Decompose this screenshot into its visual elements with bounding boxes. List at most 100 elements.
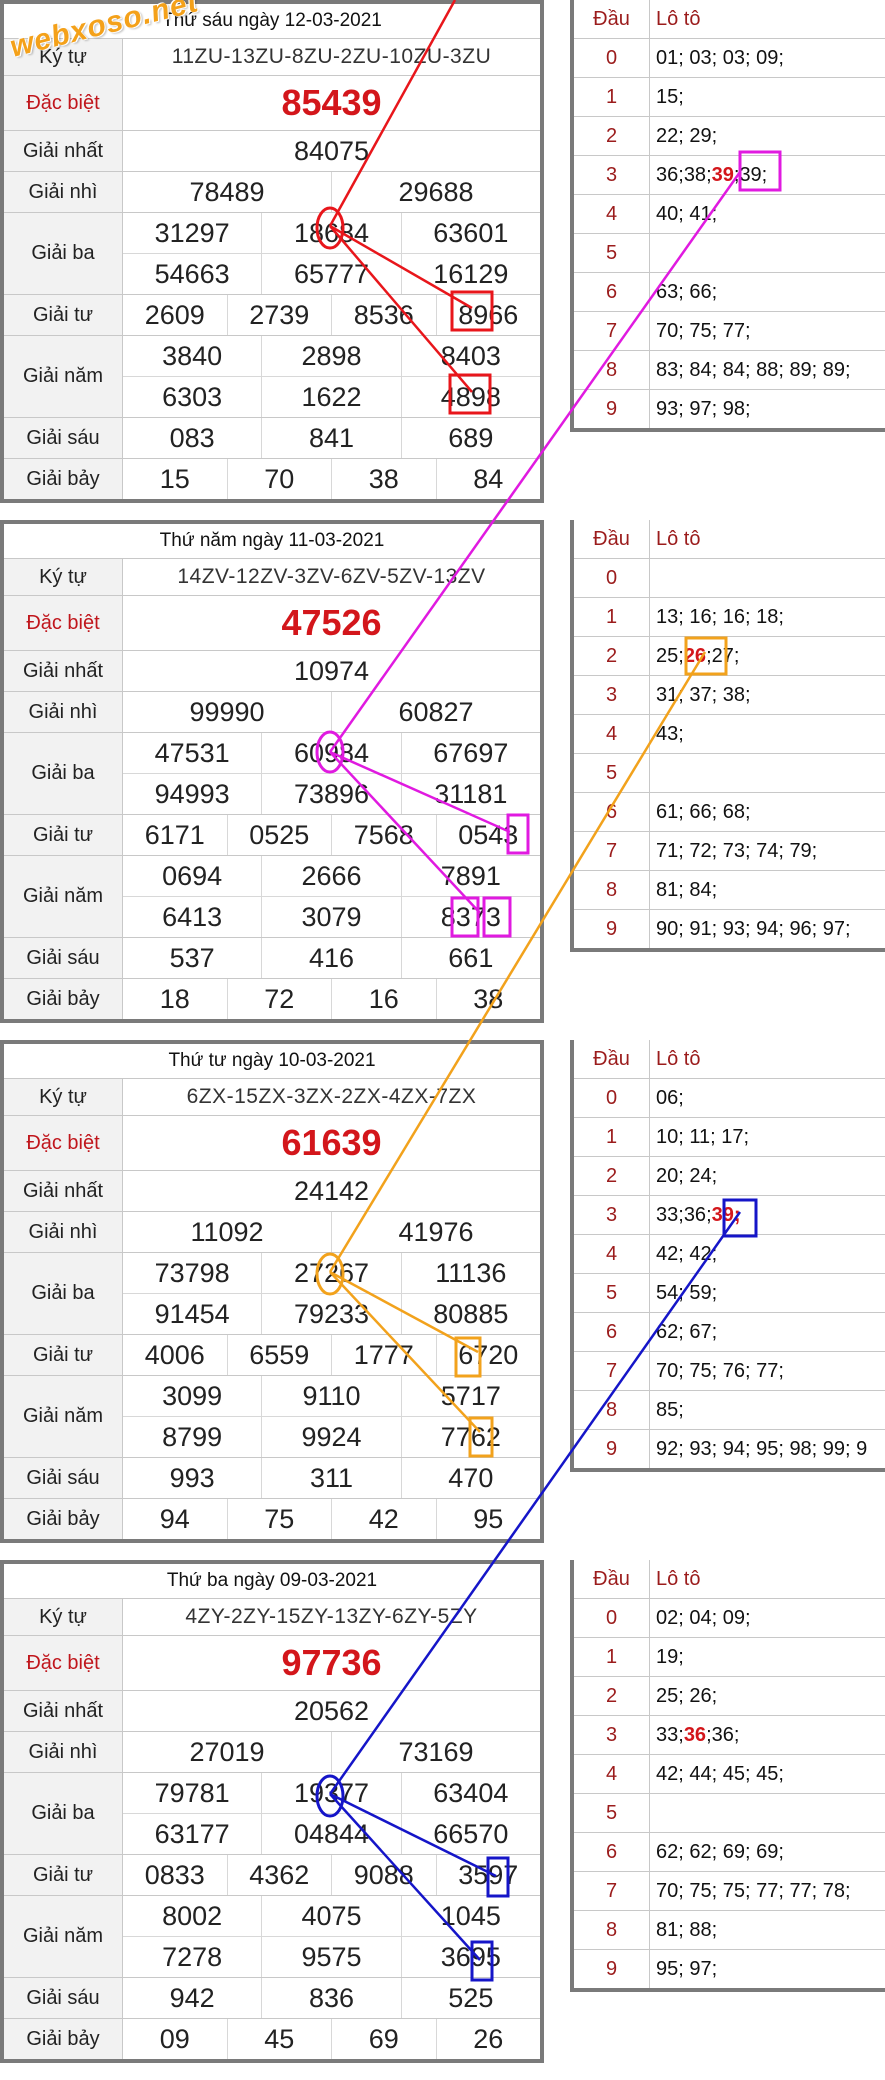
prize-value-sau-1: 416 <box>261 938 400 978</box>
prize-row-nhat: Giải nhất 24142 <box>4 1171 540 1212</box>
prize-value-nhat-0: 10974 <box>293 655 370 686</box>
prize-value-nam-1: 4075 <box>261 1896 400 1936</box>
loto-row: 0 06; <box>574 1079 885 1118</box>
loto-row: 3 31; 37; 38; <box>574 676 885 715</box>
loto-values <box>650 754 885 792</box>
prize-value-bay-1: 75 <box>226 1499 332 1539</box>
loto-head-digit: 9 <box>574 390 650 428</box>
ticket-code: 11ZU-13ZU-8ZU-2ZU-10ZU-3ZU <box>171 45 492 68</box>
loto-values: 33; 36; 39; <box>656 1203 741 1226</box>
prize-row-ba: Giải ba 47531 60984 67697 94993 73896 31181 <box>4 733 540 815</box>
loto-head-digit: 2 <box>574 1677 650 1715</box>
loto-head-digit: 3 <box>574 1196 650 1234</box>
loto-row: 8 83; 84; 84; 88; 89; 89; <box>574 351 885 390</box>
loto-row: 1 15; <box>574 78 885 117</box>
loto-values: 22; 29; <box>656 124 718 147</box>
prize-value-ba-1: 19377 <box>261 1773 400 1813</box>
loto-row: 4 42; 42; <box>574 1235 885 1274</box>
prize-row-sau: Giải sáu 942 836 525 <box>4 1978 540 2019</box>
prize-row-sau: Giải sáu 083 841 689 <box>4 418 540 459</box>
prize-row-kytu: Ký tự 4ZY-2ZY-15ZY-13ZY-6ZY-5ZY <box>4 1599 540 1636</box>
prize-value-nam-1: 9110 <box>261 1376 400 1416</box>
prize-value-sau-2: 470 <box>400 1458 540 1498</box>
prize-value-ba-2: 80885 <box>400 1294 540 1334</box>
prize-label-nam: Giải năm <box>4 1896 123 1977</box>
prize-row-nam: Giải năm 8002 4075 1045 7278 9575 3695 <box>4 1896 540 1978</box>
prize-label-nam: Giải năm <box>4 856 123 937</box>
prize-value-nhat-0: 84075 <box>293 135 370 166</box>
prize-value-ba-0: 79781 <box>154 1777 230 1808</box>
prize-value-sau-0: 083 <box>169 422 215 453</box>
prize-value-nam-0: 7278 <box>162 1941 223 1972</box>
loto-row: 6 61; 66; 68; <box>574 793 885 832</box>
prize-value-nhi-0: 78489 <box>189 176 265 207</box>
loto-values: 40; 41; <box>656 202 718 225</box>
loto-head-digit: 6 <box>574 1313 650 1351</box>
loto-title-label: Lô tô <box>656 7 701 30</box>
prize-value-nam-0: 6303 <box>162 381 223 412</box>
loto-head-digit: 9 <box>574 910 650 948</box>
loto-values: 85; <box>656 1398 684 1421</box>
prize-value-ba-0: 47531 <box>154 737 230 768</box>
loto-row: 3 33; 36; 36; <box>574 1716 885 1755</box>
prize-value-tu-3: 6720 <box>435 1335 541 1375</box>
prize-value-bay-0: 15 <box>159 463 190 494</box>
prize-label-ba: Giải ba <box>4 213 123 294</box>
prize-label-kytu: Ký tự <box>4 1599 123 1635</box>
loto-values: 19; <box>656 1645 684 1668</box>
prize-value-tu-1: 4362 <box>226 1855 332 1895</box>
loto-row: 5 <box>574 754 885 793</box>
prize-row-special: Đặc biệt 97736 <box>4 1636 540 1691</box>
prize-value-ba-0: 94993 <box>154 778 230 809</box>
prize-value-nhi-1: 29688 <box>331 172 540 212</box>
prize-value-nam-2: 7762 <box>400 1417 540 1457</box>
ticket-code: 4ZY-2ZY-15ZY-13ZY-6ZY-5ZY <box>185 1605 478 1628</box>
loto-row: 1 19; <box>574 1638 885 1677</box>
prize-label-special: Đặc biệt <box>4 596 123 650</box>
loto-row: 5 <box>574 1794 885 1833</box>
prize-value-sau-1: 836 <box>261 1978 400 2018</box>
loto-title-label: Lô tô <box>656 1047 701 1070</box>
loto-row: 5 <box>574 234 885 273</box>
prize-value-ba-1: 60984 <box>261 733 400 773</box>
prize-value-bay-2: 42 <box>331 1499 436 1539</box>
loto-row: 9 95; 97; <box>574 1950 885 1988</box>
loto-head-digit: 1 <box>574 598 650 636</box>
prize-label-nhat: Giải nhất <box>4 1691 123 1731</box>
loto-values: 31; 37; 38; <box>656 683 751 706</box>
prize-value-nam-2: 7891 <box>400 856 540 896</box>
prize-value-nhi-0: 99990 <box>189 696 265 727</box>
prize-value-ba-0: 91454 <box>154 1298 230 1329</box>
loto-values: 06; <box>656 1086 684 1109</box>
loto-values: 81; 84; <box>656 878 718 901</box>
prize-label-nhat: Giải nhất <box>4 651 123 691</box>
prize-row-nam: Giải năm 3099 9110 5717 8799 9924 7762 <box>4 1376 540 1458</box>
prize-row-kytu: Ký tự 6ZX-15ZX-3ZX-2ZX-4ZX-7ZX <box>4 1079 540 1116</box>
loto-head-digit: 7 <box>574 1872 650 1910</box>
prize-row-nhi: Giải nhì 11092 41976 <box>4 1212 540 1253</box>
loto-head-digit: 4 <box>574 1755 650 1793</box>
loto-head-digit: 3 <box>574 676 650 714</box>
prize-label-tu: Giải tư <box>4 1335 123 1375</box>
loto-head-digit: 6 <box>574 1833 650 1871</box>
prize-value-tu-3: 8966 <box>435 295 541 335</box>
loto-row: 2 20; 24; <box>574 1157 885 1196</box>
prize-row-nhat: Giải nhất 84075 <box>4 131 540 172</box>
loto-head-digit: 2 <box>574 1157 650 1195</box>
prize-value-tu-3: 3597 <box>435 1855 541 1895</box>
loto-values: 83; 84; 84; 88; 89; 89; <box>656 358 851 381</box>
prize-value-nam-1: 9924 <box>261 1417 400 1457</box>
prize-label-bay: Giải bảy <box>4 459 123 499</box>
prize-label-nhat: Giải nhất <box>4 1171 123 1211</box>
loto-head-digit: 8 <box>574 871 650 909</box>
loto-values: 71; 72; 73; 74; 79; <box>656 839 818 862</box>
prize-row-nam: Giải năm 0694 2666 7891 6413 3079 8373 <box>4 856 540 938</box>
loto-values: 10; 11; 17; <box>656 1125 750 1148</box>
prize-row-nhi: Giải nhì 27019 73169 <box>4 1732 540 1773</box>
loto-head-label: Đầu <box>574 1040 650 1078</box>
prize-row-bay: Giải bảy 09 45 69 26 <box>4 2019 540 2059</box>
prize-value-nhat-0: 20562 <box>293 1695 370 1726</box>
prize-label-bay: Giải bảy <box>4 2019 123 2059</box>
loto-head-digit: 9 <box>574 1950 650 1988</box>
loto-values: 70; 75; 76; 77; <box>656 1359 784 1382</box>
